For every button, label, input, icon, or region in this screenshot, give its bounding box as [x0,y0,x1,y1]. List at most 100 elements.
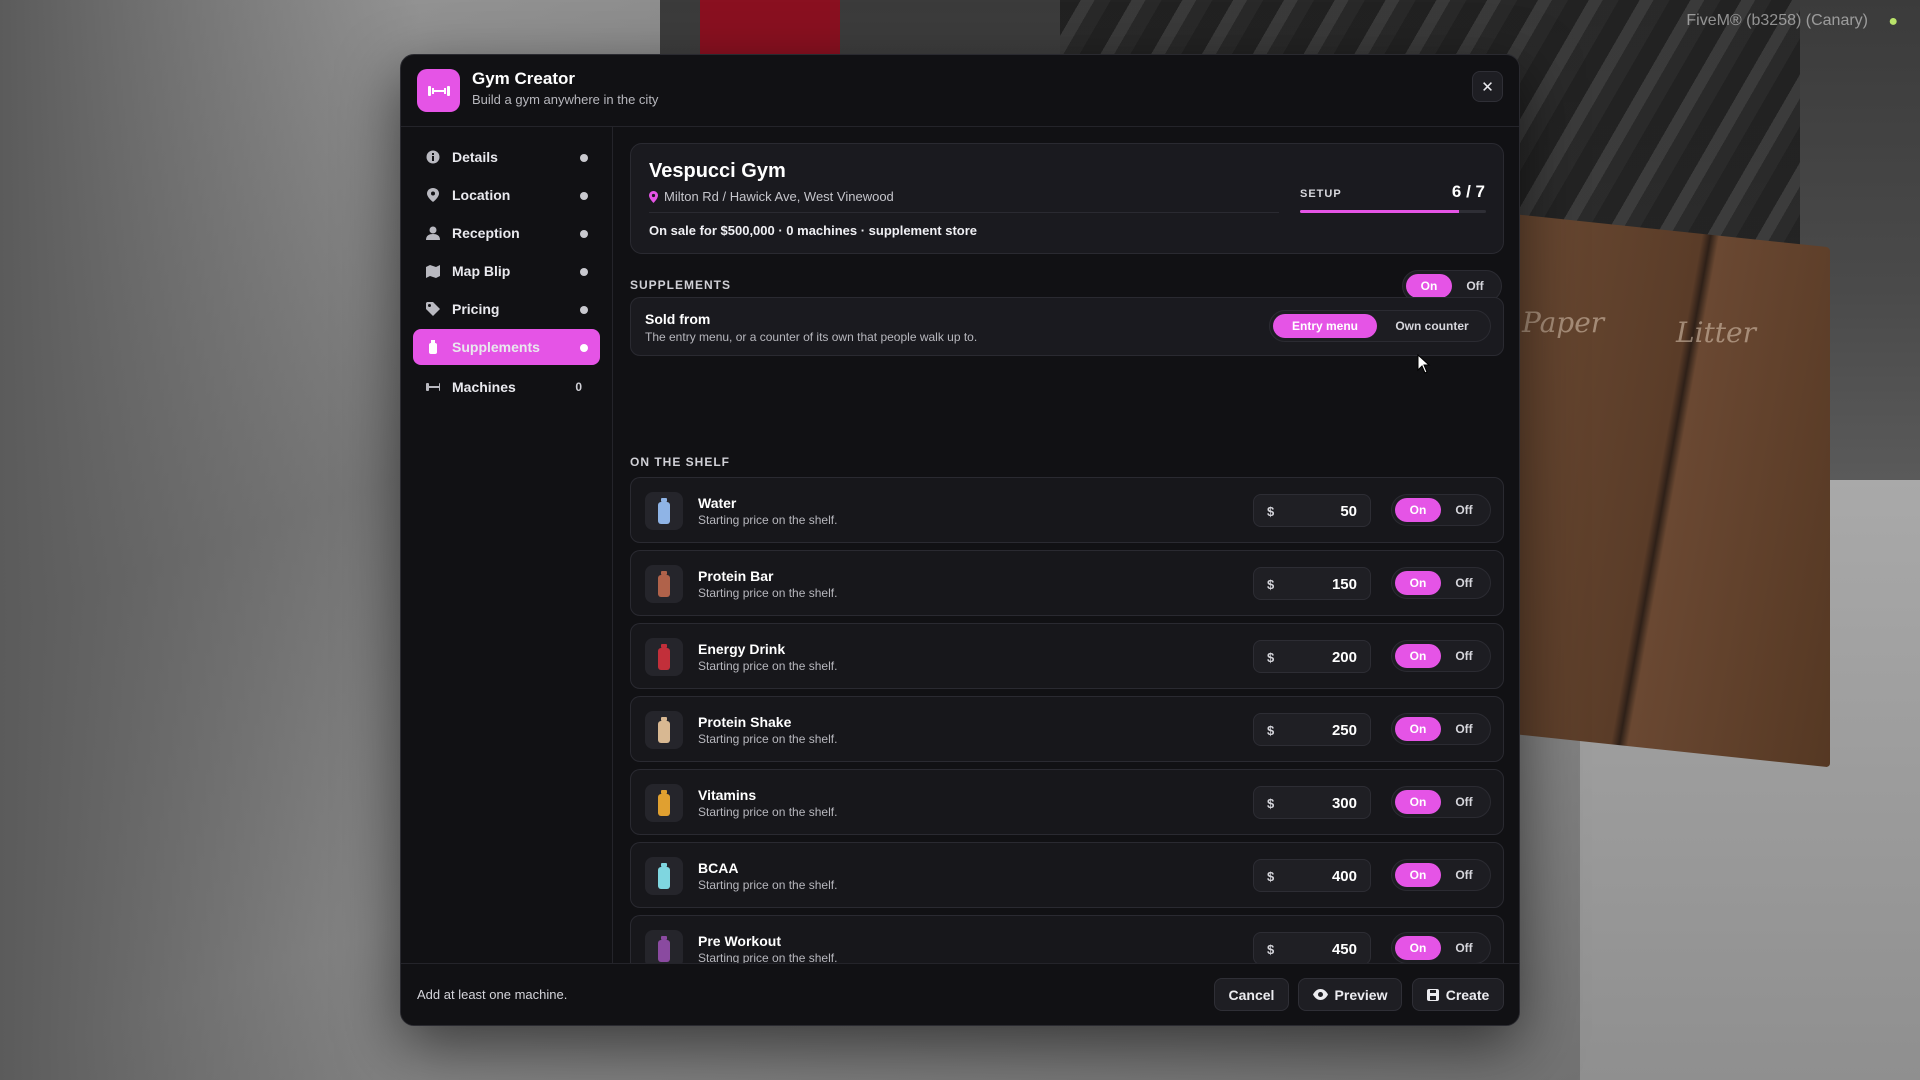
shaker-icon [645,711,683,749]
sidebar-item-supplements[interactable]: Supplements [413,329,600,365]
item-toggle: On Off [1391,932,1491,964]
item-on-button[interactable]: On [1395,498,1441,522]
dumbbell-logo-icon [417,69,460,112]
machine-count: 0 [575,380,582,394]
item-on-button[interactable]: On [1395,717,1441,741]
shelf-item-row: Pre Workout Starting price on the shelf. $… [630,915,1504,965]
main-content: Vespucci Gym Milton Rd / Hawick Ave, Wes… [614,127,1519,965]
item-toggle: On Off [1391,567,1491,599]
item-toggle: On Off [1391,786,1491,818]
pin-icon [426,188,440,202]
preview-label: Preview [1334,986,1388,1003]
sidebar-item-label: Machines [452,379,516,395]
price-input[interactable]: $300 [1253,786,1371,819]
price-input[interactable]: $200 [1253,640,1371,673]
close-button[interactable]: ✕ [1472,71,1503,102]
status-dot [580,230,588,238]
currency-symbol: $ [1267,650,1275,665]
sidebar-item-reception[interactable]: Reception [413,215,600,251]
setup-progress-bar [1300,210,1486,213]
shelf-item-row: BCAA Starting price on the shelf. $400 On Of… [630,842,1504,908]
bcaa-tub-icon [645,857,683,895]
sold-from-description: The entry menu, or a counter of its own … [645,330,978,344]
sidebar-item-map-blip[interactable]: Map Blip [413,253,600,289]
sidebar-item-location[interactable]: Location [413,177,600,213]
price-input[interactable]: $250 [1253,713,1371,746]
create-label: Create [1445,986,1490,1003]
setup-progress-fill [1300,210,1460,213]
bottle-icon [426,340,440,354]
shelf-item-row: Vitamins Starting price on the shelf. $300… [630,769,1504,835]
protein-bar-icon [645,565,683,603]
pin-icon [649,190,658,203]
info-icon [426,150,440,164]
sold-from-selector: Entry menu Own counter [1269,310,1491,342]
currency-symbol: $ [1267,723,1275,738]
tag-icon [426,302,440,316]
item-off-button[interactable]: Off [1441,498,1487,522]
item-off-button[interactable]: Off [1441,644,1487,668]
item-on-button[interactable]: On [1395,571,1441,595]
price-value: 450 [1331,941,1357,958]
entry-menu-option[interactable]: Entry menu [1273,314,1377,338]
cancel-label: Cancel [1228,986,1275,1003]
shelf-item-row: Protein Bar Starting price on the shelf. $… [630,550,1504,616]
app-title: Gym Creator [472,69,575,88]
item-name: Protein Bar [698,568,774,584]
item-toggle: On Off [1391,859,1491,891]
create-button[interactable]: Create [1412,978,1504,1011]
supplements-on-button[interactable]: On [1406,274,1452,298]
item-name: BCAA [698,860,739,876]
sidebar-item-label: Supplements [452,339,540,355]
item-on-button[interactable]: On [1395,936,1441,960]
price-input[interactable]: $50 [1253,494,1371,527]
item-description: Starting price on the shelf. [698,878,838,892]
price-input[interactable]: $450 [1253,932,1371,965]
sold-from-row: Sold from The entry menu, or a counter o… [630,297,1504,356]
item-off-button[interactable]: Off [1441,790,1487,814]
price-value: 200 [1331,649,1357,666]
eye-icon [1312,989,1328,1000]
map-icon [426,264,440,278]
item-on-button[interactable]: On [1395,863,1441,887]
preview-button[interactable]: Preview [1298,978,1402,1011]
cancel-button[interactable]: Cancel [1214,978,1289,1011]
divider [649,212,1279,213]
footer-validation-message: Add at least one machine. [417,987,568,1002]
own-counter-option[interactable]: Own counter [1377,314,1487,338]
currency-symbol: $ [1267,869,1275,884]
item-name: Vitamins [698,787,757,803]
setup-label: SETUP [1300,188,1342,200]
item-on-button[interactable]: On [1395,644,1441,668]
price-value: 250 [1331,722,1357,739]
price-value: 300 [1331,795,1357,812]
pre-workout-icon [645,930,683,965]
item-off-button[interactable]: Off [1441,571,1487,595]
bin-label-paper: Paper [1522,306,1605,339]
vitamin-jar-icon [645,784,683,822]
item-description: Starting price on the shelf. [698,659,838,673]
item-off-button[interactable]: Off [1441,863,1487,887]
item-off-button[interactable]: Off [1441,717,1487,741]
item-on-button[interactable]: On [1395,790,1441,814]
item-name: Pre Workout [698,933,781,949]
mouse-cursor-icon [1417,353,1431,379]
shelf-item-row: Energy Drink Starting price on the shelf.… [630,623,1504,689]
sidebar: Details Location Reception Map Blip Pric… [401,127,613,965]
setup-progress-value: 6 / 7 [1451,182,1485,201]
price-input[interactable]: $150 [1253,567,1371,600]
bin-label-litter: Litter [1676,316,1757,349]
status-dot [580,306,588,314]
sidebar-item-details[interactable]: Details [413,139,600,175]
price-input[interactable]: $400 [1253,859,1371,892]
price-value: 50 [1340,503,1357,520]
sidebar-item-machines[interactable]: Machines 0 [413,369,600,405]
shelf-item-row: Protein Shake Starting price on the shelf… [630,696,1504,762]
item-name: Energy Drink [698,641,786,657]
item-off-button[interactable]: Off [1441,936,1487,960]
item-description: Starting price on the shelf. [698,586,838,600]
supplements-off-button[interactable]: Off [1452,274,1498,298]
leaf-icon: ● [1888,13,1898,30]
sidebar-item-pricing[interactable]: Pricing [413,291,600,327]
person-icon [426,226,440,240]
